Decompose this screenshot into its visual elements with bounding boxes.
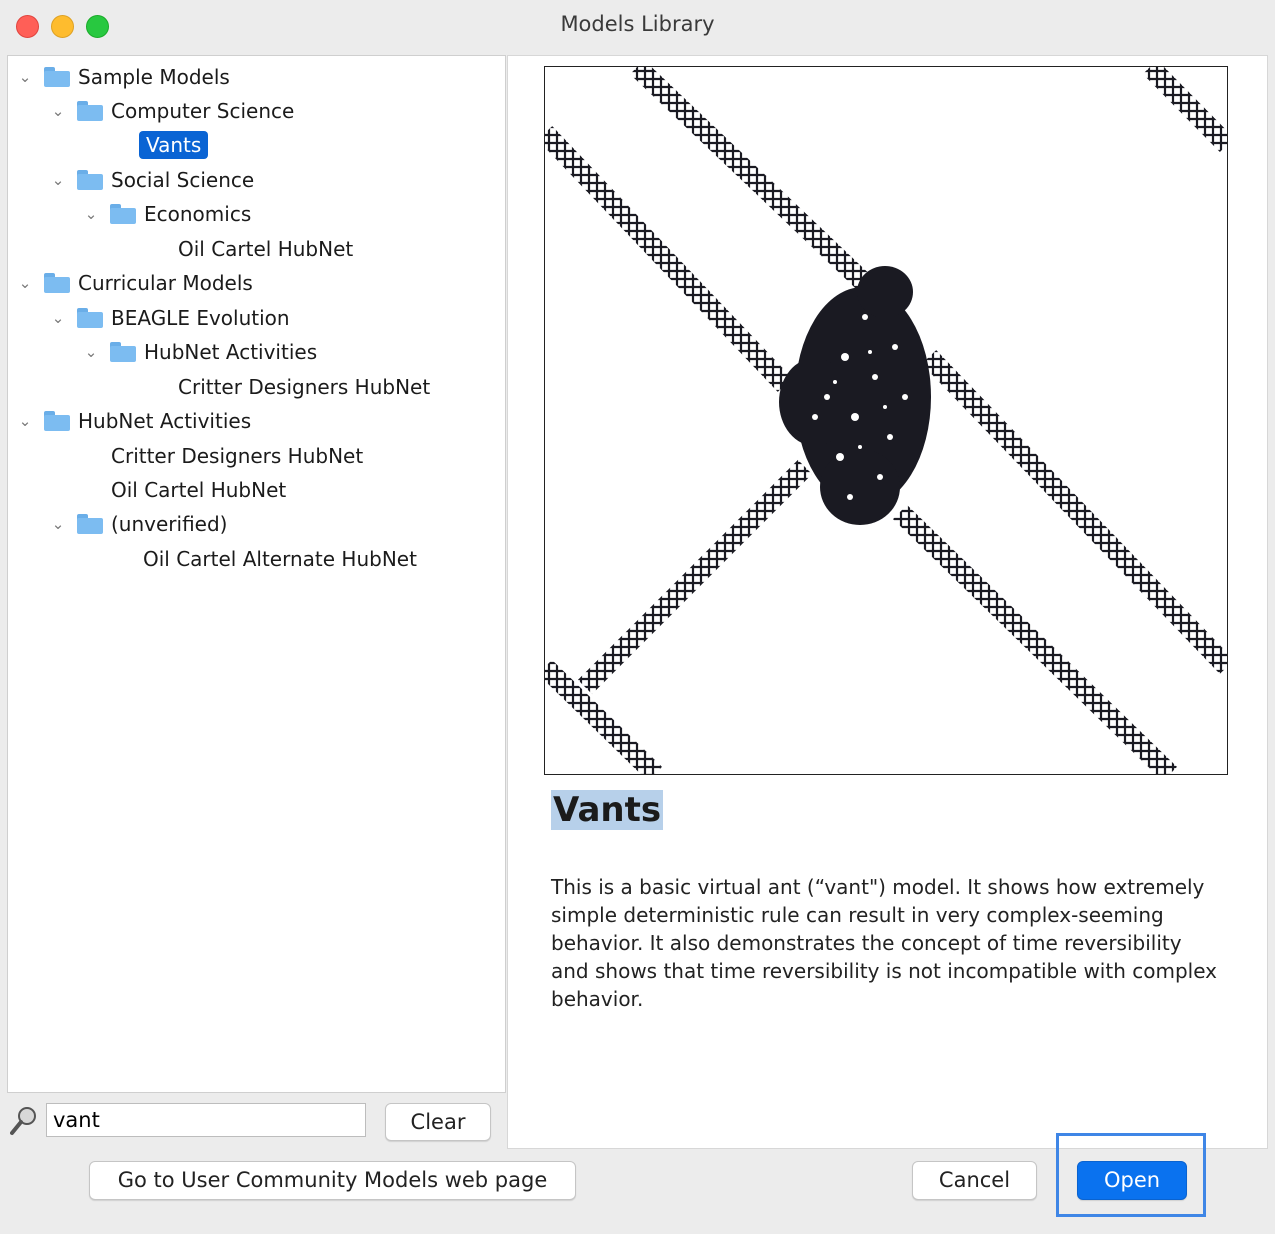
title-bar: Models Library	[0, 0, 1275, 54]
tree-item-label: Oil Cartel HubNet	[178, 237, 354, 261]
tree-item-label: Social Science	[111, 168, 255, 192]
tree-item-label: Sample Models	[78, 65, 230, 89]
folder-icon	[44, 411, 70, 431]
tree-item-label: Computer Science	[111, 99, 295, 123]
tree-item-hubnet-activities[interactable]: ⌄ HubNet Activities	[80, 335, 317, 369]
tree-item-hubnet-activities-root[interactable]: ⌄ HubNet Activities	[14, 404, 251, 438]
tree-item-critter-designers-hubnet[interactable]: Critter Designers HubNet	[178, 370, 430, 404]
folder-icon	[44, 273, 70, 293]
tree-item-beagle-evolution[interactable]: ⌄ BEAGLE Evolution	[47, 301, 290, 335]
tree-item-sample-models[interactable]: ⌄ Sample Models	[14, 60, 230, 94]
tree-item-oil-cartel-hubnet[interactable]: Oil Cartel HubNet	[111, 473, 286, 507]
tree-item-label: HubNet Activities	[78, 409, 252, 433]
folder-icon	[110, 342, 136, 362]
chevron-down-icon[interactable]: ⌄	[47, 515, 69, 533]
chevron-down-icon[interactable]: ⌄	[47, 171, 69, 189]
tree-item-oil-cartel-alternate-hubnet[interactable]: Oil Cartel Alternate HubNet	[143, 542, 417, 576]
folder-icon	[77, 101, 103, 121]
search-icon	[10, 1106, 38, 1136]
vants-pattern	[545, 67, 1227, 774]
tree-item-curricular-models[interactable]: ⌄ Curricular Models	[14, 266, 253, 300]
chevron-down-icon[interactable]: ⌄	[14, 412, 36, 430]
tree-item-label: Critter Designers HubNet	[178, 375, 431, 399]
tree-item-economics[interactable]: ⌄ Economics	[80, 197, 252, 231]
tree-item-social-science[interactable]: ⌄ Social Science	[47, 163, 254, 197]
chevron-down-icon[interactable]: ⌄	[14, 68, 36, 86]
tree-item-label: Critter Designers HubNet	[111, 444, 364, 468]
tree-item-label: BEAGLE Evolution	[111, 306, 290, 330]
folder-icon	[77, 514, 103, 534]
tree-item-label: Curricular Models	[78, 271, 253, 295]
window-title: Models Library	[560, 12, 715, 36]
tree-item-unverified[interactable]: ⌄ (unverified)	[47, 507, 228, 541]
open-button[interactable]: Open	[1077, 1161, 1187, 1200]
tree-item-label: Oil Cartel HubNet	[111, 478, 287, 502]
tree-item-label: HubNet Activities	[144, 340, 318, 364]
folder-icon	[77, 308, 103, 328]
tree-item-computer-science[interactable]: ⌄ Computer Science	[47, 94, 295, 128]
chevron-down-icon[interactable]: ⌄	[14, 274, 36, 292]
model-description: This is a basic virtual ant (“vant") mod…	[551, 875, 1217, 1011]
chevron-down-icon[interactable]: ⌄	[80, 343, 102, 361]
model-title: Vants	[551, 790, 664, 830]
cancel-button[interactable]: Cancel	[912, 1161, 1037, 1200]
tree-item-vants[interactable]: Vants	[139, 128, 209, 162]
tree-item-label: Economics	[144, 202, 252, 226]
chevron-down-icon[interactable]: ⌄	[47, 102, 69, 120]
models-tree[interactable]: ⌄ Sample Models ⌄ Computer Science Vants…	[7, 55, 506, 1093]
folder-icon	[44, 67, 70, 87]
model-preview-image	[544, 66, 1228, 775]
tree-item-label: Oil Cartel Alternate HubNet	[143, 547, 417, 571]
clear-button[interactable]: Clear	[385, 1103, 491, 1141]
folder-icon	[110, 204, 136, 224]
community-models-button[interactable]: Go to User Community Models web page	[89, 1161, 576, 1200]
tree-item-critter-designers-hubnet[interactable]: Critter Designers HubNet	[111, 439, 363, 473]
tree-item-label: (unverified)	[111, 512, 228, 536]
search-input[interactable]	[46, 1103, 366, 1137]
folder-icon	[77, 170, 103, 190]
chevron-down-icon[interactable]: ⌄	[80, 205, 102, 223]
tree-item-oil-cartel-hubnet[interactable]: Oil Cartel HubNet	[178, 232, 353, 266]
tree-item-label-selected: Vants	[139, 131, 209, 159]
chevron-down-icon[interactable]: ⌄	[47, 309, 69, 327]
